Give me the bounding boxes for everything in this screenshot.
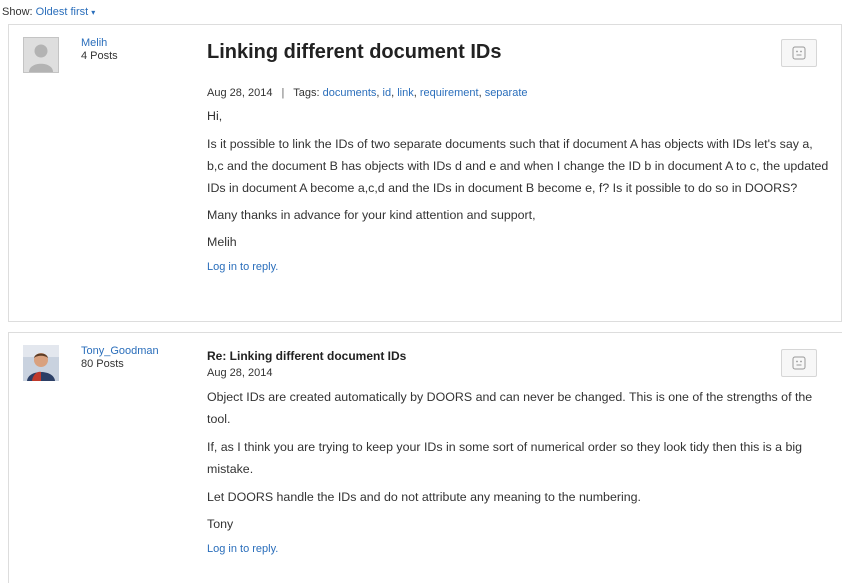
sort-value[interactable]: Oldest first: [36, 6, 89, 18]
post-content: Linking different document IDs Aug 28, 2…: [207, 39, 831, 273]
post-title: Linking different document IDs: [207, 41, 502, 63]
tag-link[interactable]: requirement: [420, 87, 479, 99]
post-paragraph: Object IDs are created automatically by …: [207, 390, 813, 426]
author-name-link[interactable]: Melih: [81, 37, 118, 50]
tag-link[interactable]: id: [383, 87, 392, 99]
default-user-avatar-icon: [24, 38, 58, 72]
author-post-count: 4 Posts: [81, 50, 118, 62]
post-paragraph: Hi,: [207, 109, 223, 123]
sort-label: Show:: [2, 6, 33, 18]
reply-link[interactable]: Log in to reply.: [207, 261, 831, 273]
post-paragraph: Melih: [207, 235, 237, 249]
react-button[interactable]: [781, 349, 817, 377]
author-post-count: 80 Posts: [81, 358, 124, 370]
smiley-face-icon: [792, 356, 806, 370]
tag-link[interactable]: documents: [323, 87, 377, 99]
post-content: Re: Linking different document IDs Aug 2…: [207, 349, 831, 555]
post-meta: Aug 28, 2014: [207, 367, 831, 379]
post-paragraph: Is it possible to link the IDs of two se…: [207, 137, 829, 195]
post-paragraph: If, as I think you are trying to keep yo…: [207, 440, 803, 476]
smiley-face-icon: [792, 46, 806, 60]
post-paragraph: Many thanks in advance for your kind att…: [207, 208, 536, 222]
post-paragraph: Let DOORS handle the IDs and do not attr…: [207, 490, 641, 504]
author-info: Melih 4 Posts: [81, 37, 118, 63]
sort-dropdown[interactable]: Oldest first ▾: [36, 6, 96, 18]
author-info: Tony_Goodman 80 Posts: [81, 345, 159, 371]
avatar[interactable]: [23, 345, 59, 381]
post-paragraph: Tony: [207, 517, 234, 531]
post-date: Aug 28, 2014: [207, 87, 273, 99]
forum-post: Tony_Goodman 80 Posts Re: Linking differ…: [8, 332, 842, 583]
tag-link[interactable]: link: [397, 87, 414, 99]
post-meta: Aug 28, 2014 | Tags: documents, id, link…: [207, 87, 528, 99]
reply-link[interactable]: Log in to reply.: [207, 543, 831, 555]
tags-label: Tags:: [293, 87, 320, 99]
reply-title: Re: Linking different document IDs: [207, 349, 407, 363]
user-photo-avatar-icon: [23, 345, 59, 381]
chevron-down-icon[interactable]: ▾: [91, 8, 95, 17]
forum-post: Melih 4 Posts Linking different document…: [8, 24, 842, 322]
react-button[interactable]: [781, 39, 817, 67]
tag-link[interactable]: separate: [485, 87, 528, 99]
post-date: Aug 28, 2014: [207, 367, 273, 379]
meta-separator: |: [281, 87, 285, 99]
author-name-link[interactable]: Tony_Goodman: [81, 345, 159, 358]
avatar[interactable]: [23, 37, 59, 73]
sort-control: Show: Oldest first ▾: [2, 6, 95, 18]
